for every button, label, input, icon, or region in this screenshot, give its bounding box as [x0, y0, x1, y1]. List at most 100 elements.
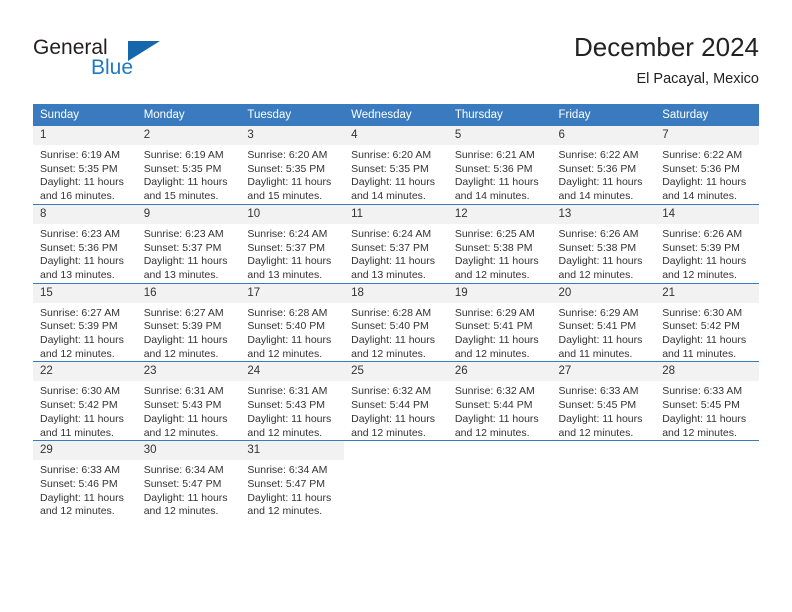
- day-details: Sunrise: 6:29 AM Sunset: 5:41 PM Daylight:…: [448, 303, 552, 362]
- calendar-day-cell[interactable]: 9 Sunrise: 6:23 AM Sunset: 5:37 PM Daylight…: [136, 203, 241, 284]
- day-details: Sunrise: 6:32 AM Sunset: 5:44 PM Daylight:…: [344, 381, 448, 440]
- day-detail-sunrise: Sunrise: 6:30 AM: [662, 306, 743, 319]
- day-detail-daylight2: and 12 minutes.: [454, 347, 530, 360]
- calendar-day-cell[interactable]: 18 Sunrise: 6:28 AM Sunset: 5:40 PM Dayligh…: [344, 282, 448, 362]
- day-details: [344, 460, 448, 464]
- calendar-week-row: 29 Sunrise: 6:33 AM Sunset: 5:46 PM Dayligh…: [33, 440, 759, 520]
- day-detail-sunset: Sunset: 5:37 PM: [351, 241, 429, 254]
- day-details: Sunrise: 6:25 AM Sunset: 5:38 PM Daylight:…: [448, 224, 552, 283]
- calendar-body: 1 Sunrise: 6:19 AM Sunset: 5:35 PM Daylight…: [33, 126, 759, 520]
- calendar-day-cell[interactable]: 17 Sunrise: 6:28 AM Sunset: 5:40 PM Dayligh…: [240, 282, 345, 362]
- calendar-day-cell[interactable]: 4 Sunrise: 6:20 AM Sunset: 5:35 PM Daylight…: [344, 126, 448, 204]
- day-details: [448, 460, 552, 464]
- calendar-day-cell[interactable]: 12 Sunrise: 6:25 AM Sunset: 5:38 PM Dayligh…: [447, 203, 552, 284]
- day-number: [344, 441, 448, 460]
- calendar-day-cell[interactable]: 19 Sunrise: 6:29 AM Sunset: 5:41 PM Dayligh…: [447, 282, 552, 362]
- day-cell-inner: 3 Sunrise: 6:20 AM Sunset: 5:35 PM Daylight…: [240, 126, 345, 204]
- day-detail-sunset: Sunset: 5:36 PM: [662, 162, 740, 175]
- day-cell-inner: 15 Sunrise: 6:27 AM Sunset: 5:39 PM Dayligh…: [33, 283, 137, 362]
- weekday-header-thursday: Thursday: [447, 104, 552, 126]
- day-cell-inner: 7 Sunrise: 6:22 AM Sunset: 5:36 PM Daylight…: [655, 126, 759, 204]
- day-detail-daylight1: Daylight: 11 hours: [143, 176, 228, 189]
- day-cell-inner: 17 Sunrise: 6:28 AM Sunset: 5:40 PM Dayligh…: [240, 283, 345, 362]
- calendar-day-cell[interactable]: 5 Sunrise: 6:21 AM Sunset: 5:36 PM Daylight…: [447, 126, 552, 204]
- day-number: 28: [655, 362, 759, 382]
- day-cell-inner: 22 Sunrise: 6:30 AM Sunset: 5:42 PM Dayligh…: [33, 362, 137, 440]
- day-number: 2: [136, 126, 241, 145]
- day-detail-sunset: Sunset: 5:45 PM: [662, 399, 740, 412]
- day-detail-sunset: Sunset: 5:42 PM: [40, 399, 118, 412]
- day-detail-daylight1: Daylight: 11 hours: [454, 412, 539, 425]
- day-details: Sunrise: 6:33 AM Sunset: 5:45 PM Daylight:…: [655, 381, 759, 440]
- calendar-day-cell[interactable]: 25 Sunrise: 6:32 AM Sunset: 5:44 PM Dayligh…: [344, 361, 448, 441]
- day-cell-inner: 27 Sunrise: 6:33 AM Sunset: 5:45 PM Dayligh…: [551, 362, 656, 440]
- day-details: Sunrise: 6:23 AM Sunset: 5:37 PM Daylight:…: [137, 224, 241, 283]
- calendar-day-cell[interactable]: 30 Sunrise: 6:34 AM Sunset: 5:47 PM Dayligh…: [136, 440, 241, 520]
- day-detail-sunset: Sunset: 5:38 PM: [454, 241, 533, 254]
- calendar-day-cell[interactable]: 24 Sunrise: 6:31 AM Sunset: 5:43 PM Dayligh…: [240, 361, 345, 441]
- day-detail-daylight1: Daylight: 11 hours: [351, 412, 435, 425]
- day-detail-sunrise: Sunrise: 6:32 AM: [351, 385, 432, 398]
- day-number: [448, 441, 552, 460]
- calendar-day-cell[interactable]: 26 Sunrise: 6:32 AM Sunset: 5:44 PM Dayligh…: [447, 361, 552, 441]
- calendar-day-cell-empty: [655, 440, 759, 520]
- day-number: 13: [551, 204, 656, 224]
- calendar-day-cell[interactable]: 15 Sunrise: 6:27 AM Sunset: 5:39 PM Dayligh…: [33, 282, 137, 362]
- weekday-header-wednesday: Wednesday: [344, 104, 448, 126]
- day-detail-daylight2: and 11 minutes.: [40, 426, 114, 439]
- day-detail-sunset: Sunset: 5:41 PM: [454, 320, 533, 333]
- day-cell-inner: 4 Sunrise: 6:20 AM Sunset: 5:35 PM Daylight…: [344, 126, 448, 204]
- calendar-day-cell[interactable]: 14 Sunrise: 6:26 AM Sunset: 5:39 PM Dayligh…: [655, 203, 759, 284]
- day-detail-sunrise: Sunrise: 6:29 AM: [454, 306, 535, 319]
- day-cell-inner: [655, 441, 759, 519]
- day-detail-sunset: Sunset: 5:37 PM: [247, 241, 326, 254]
- day-detail-daylight2: and 12 minutes.: [40, 505, 115, 518]
- day-detail-sunset: Sunset: 5:40 PM: [247, 320, 326, 333]
- calendar-day-cell[interactable]: 27 Sunrise: 6:33 AM Sunset: 5:45 PM Dayligh…: [551, 361, 656, 441]
- day-cell-inner: 24 Sunrise: 6:31 AM Sunset: 5:43 PM Dayligh…: [240, 362, 345, 440]
- calendar-day-cell[interactable]: 1 Sunrise: 6:19 AM Sunset: 5:35 PM Daylight…: [33, 126, 137, 204]
- day-cell-inner: 21 Sunrise: 6:30 AM Sunset: 5:42 PM Dayligh…: [655, 283, 759, 362]
- day-details: Sunrise: 6:30 AM Sunset: 5:42 PM Daylight:…: [655, 303, 759, 362]
- day-number: 16: [136, 283, 241, 303]
- day-number: 17: [240, 283, 345, 303]
- day-detail-daylight1: Daylight: 11 hours: [558, 255, 643, 268]
- calendar-day-cell[interactable]: 29 Sunrise: 6:33 AM Sunset: 5:46 PM Dayligh…: [33, 440, 137, 520]
- calendar-day-cell[interactable]: 22 Sunrise: 6:30 AM Sunset: 5:42 PM Dayligh…: [33, 361, 137, 441]
- day-detail-daylight2: and 12 minutes.: [558, 268, 634, 281]
- calendar-day-cell[interactable]: 8 Sunrise: 6:23 AM Sunset: 5:36 PM Daylight…: [33, 203, 137, 284]
- day-details: Sunrise: 6:27 AM Sunset: 5:39 PM Daylight:…: [137, 303, 241, 362]
- day-detail-sunset: Sunset: 5:39 PM: [662, 241, 740, 254]
- day-detail-sunrise: Sunrise: 6:20 AM: [351, 149, 432, 161]
- day-detail-sunset: Sunset: 5:35 PM: [143, 162, 222, 175]
- day-detail-daylight2: and 12 minutes.: [143, 426, 219, 439]
- day-details: Sunrise: 6:26 AM Sunset: 5:39 PM Daylight:…: [655, 224, 759, 283]
- day-detail-daylight2: and 12 minutes.: [40, 347, 115, 360]
- calendar-day-cell[interactable]: 7 Sunrise: 6:22 AM Sunset: 5:36 PM Daylight…: [655, 126, 759, 204]
- calendar-day-cell[interactable]: 23 Sunrise: 6:31 AM Sunset: 5:43 PM Dayligh…: [136, 361, 241, 441]
- day-cell-inner: 1 Sunrise: 6:19 AM Sunset: 5:35 PM Daylight…: [33, 126, 137, 204]
- calendar-day-cell[interactable]: 16 Sunrise: 6:27 AM Sunset: 5:39 PM Dayligh…: [136, 282, 241, 362]
- day-details: [655, 460, 759, 464]
- day-cell-inner: 18 Sunrise: 6:28 AM Sunset: 5:40 PM Dayligh…: [344, 283, 448, 362]
- calendar-day-cell[interactable]: 31 Sunrise: 6:34 AM Sunset: 5:47 PM Dayligh…: [240, 440, 345, 520]
- calendar-day-cell[interactable]: 28 Sunrise: 6:33 AM Sunset: 5:45 PM Dayligh…: [655, 361, 759, 441]
- calendar-day-cell[interactable]: 3 Sunrise: 6:20 AM Sunset: 5:35 PM Daylight…: [240, 126, 345, 204]
- calendar-day-cell[interactable]: 13 Sunrise: 6:26 AM Sunset: 5:38 PM Dayligh…: [551, 203, 656, 284]
- calendar-day-cell[interactable]: 11 Sunrise: 6:24 AM Sunset: 5:37 PM Dayligh…: [344, 203, 448, 284]
- day-cell-inner: 10 Sunrise: 6:24 AM Sunset: 5:37 PM Dayligh…: [240, 204, 345, 283]
- day-details: Sunrise: 6:20 AM Sunset: 5:35 PM Daylight:…: [240, 145, 344, 204]
- day-detail-daylight2: and 14 minutes.: [662, 190, 737, 203]
- day-detail-daylight1: Daylight: 11 hours: [143, 255, 228, 268]
- calendar-day-cell[interactable]: 20 Sunrise: 6:29 AM Sunset: 5:41 PM Dayligh…: [551, 282, 656, 362]
- calendar-day-cell[interactable]: 2 Sunrise: 6:19 AM Sunset: 5:35 PM Daylight…: [136, 126, 241, 204]
- calendar-day-cell[interactable]: 21 Sunrise: 6:30 AM Sunset: 5:42 PM Dayligh…: [655, 282, 759, 362]
- day-detail-daylight1: Daylight: 11 hours: [351, 255, 435, 268]
- day-cell-inner: 20 Sunrise: 6:29 AM Sunset: 5:41 PM Dayligh…: [551, 283, 656, 362]
- calendar-day-cell[interactable]: 10 Sunrise: 6:24 AM Sunset: 5:37 PM Dayligh…: [240, 203, 345, 284]
- general-blue-logo[interactable]: General Blue: [33, 36, 193, 86]
- day-details: Sunrise: 6:27 AM Sunset: 5:39 PM Daylight:…: [33, 303, 137, 362]
- day-details: Sunrise: 6:21 AM Sunset: 5:36 PM Daylight:…: [448, 145, 552, 204]
- calendar-day-cell[interactable]: 6 Sunrise: 6:22 AM Sunset: 5:36 PM Daylight…: [551, 126, 656, 204]
- page-subtitle-location: El Pacayal, Mexico: [636, 71, 760, 87]
